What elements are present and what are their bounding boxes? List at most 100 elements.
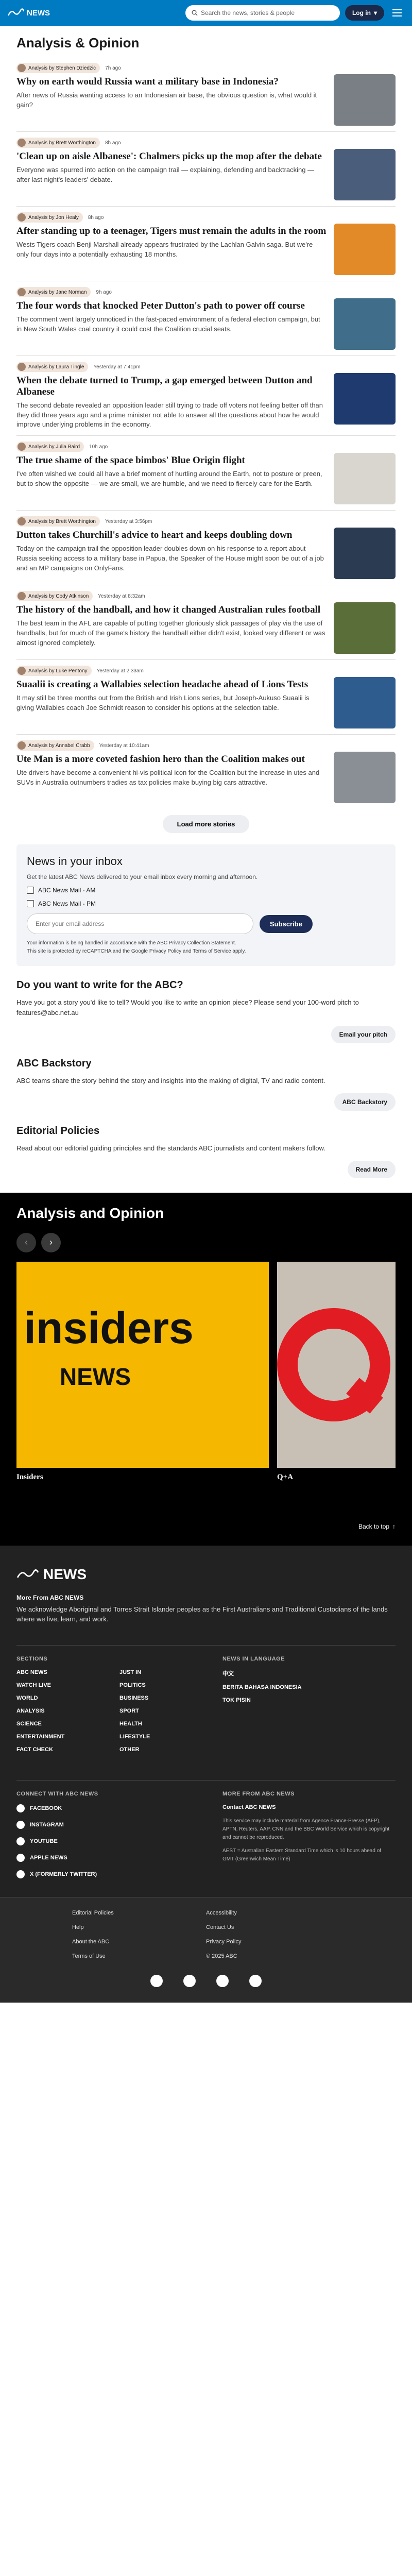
carousel-prev-button[interactable]: ‹ [16,1232,36,1252]
footer-section-link[interactable]: FACT CHECK [16,1747,104,1753]
footer-link[interactable]: Contact Us [206,1924,340,1930]
article-card[interactable]: Analysis by Jane Norman 9h ago The four wo… [16,281,396,355]
language-link[interactable]: TOK PISIN [222,1697,302,1703]
social-label: INSTAGRAM [30,1821,64,1828]
article-title[interactable]: Dutton takes Churchill's advice to heart… [16,530,327,541]
language-link[interactable]: 中文 [222,1669,302,1677]
carousel-card-qa[interactable]: Q+A [277,1261,396,1482]
footer-section-link[interactable]: ANALYSIS [16,1708,104,1714]
email-field[interactable] [27,913,253,935]
footer-section-link[interactable]: JUST IN [119,1669,207,1675]
footer-link[interactable]: Privacy Policy [206,1939,340,1945]
article-thumbnail[interactable] [334,149,396,200]
footer-section-link[interactable]: HEALTH [119,1721,207,1727]
article-title[interactable]: Suaalii is creating a Wallabies selectio… [16,679,327,690]
author-badge[interactable]: Analysis by Brett Worthington [16,516,100,527]
article-thumbnail[interactable] [334,298,396,350]
footer-section-link[interactable]: ABC NEWS [16,1669,104,1675]
article-title[interactable]: When the debate turned to Trump, a gap e… [16,375,327,398]
checkbox-am[interactable]: ABC News Mail - AM [27,887,385,894]
social-link[interactable]: INSTAGRAM [16,1820,207,1829]
footer-section-link[interactable]: SCIENCE [16,1721,104,1727]
social-link[interactable]: X (FORMERLY TWITTER) [16,1870,207,1878]
analysis-carousel: Analysis and Opinion ‹ › insiders NEWS I… [0,1192,412,1546]
article-title[interactable]: The true shame of the space bimbos' Blue… [16,455,327,466]
article-card[interactable]: Analysis by Brett Worthington 8h ago 'Clea… [16,131,396,206]
article-title[interactable]: The four words that knocked Peter Dutton… [16,300,327,312]
load-more-button[interactable]: Load more stories [162,815,250,834]
author-badge[interactable]: Analysis by Julia Baird [16,442,84,452]
hamburger-menu-icon[interactable] [389,5,405,21]
footer-logo[interactable]: NEWS [16,1566,396,1583]
article-card[interactable]: Analysis by Cody Atkinson Yesterday at 8:… [16,585,396,659]
editorial-desc: Read about our editorial guiding princip… [16,1144,325,1152]
author-badge[interactable]: Analysis by Jon Healy [16,212,83,223]
article-title[interactable]: After standing up to a teenager, Tigers … [16,226,327,237]
author-badge[interactable]: Analysis by Laura Tingle [16,362,89,372]
footer-section-link[interactable]: WATCH LIVE [16,1682,104,1688]
back-to-top-link[interactable]: Back to top ↑ [16,1523,396,1530]
checkbox-pm[interactable]: ABC News Mail - PM [27,900,385,908]
article-thumbnail[interactable] [334,74,396,126]
article-thumbnail[interactable] [334,528,396,580]
article-thumbnail[interactable] [334,752,396,804]
article-card[interactable]: Analysis by Luke Pentony Yesterday at 2:3… [16,659,396,734]
author-badge[interactable]: Analysis by Stephen Dziedzic [16,63,100,73]
language-link[interactable]: BERITA BAHASA INDONESIA [222,1684,302,1690]
article-desc: Everyone was spurred into action on the … [16,165,315,183]
author-badge[interactable]: Analysis by Annabel Crabb [16,740,94,751]
author-badge[interactable]: Analysis by Brett Worthington [16,138,100,148]
footer-link[interactable]: About the ABC [72,1939,206,1945]
article-thumbnail[interactable] [334,602,396,654]
footer-section-link[interactable]: POLITICS [119,1682,207,1688]
article-card[interactable]: Analysis by Stephen Dziedzic 7h ago Why on… [16,57,396,131]
author-badge[interactable]: Analysis by Luke Pentony [16,666,92,676]
carousel-next-button[interactable]: › [41,1232,61,1252]
carousel-card-insiders[interactable]: insiders NEWS Insiders [16,1261,269,1482]
author-badge[interactable]: Analysis by Jane Norman [16,287,91,297]
article-card[interactable]: Analysis by Laura Tingle Yesterday at 7:4… [16,355,396,435]
article-title[interactable]: Why on earth would Russia want a militar… [16,76,327,88]
author-name: Analysis by Luke Pentony [28,668,88,674]
instagram-icon[interactable] [216,1974,229,1987]
article-card[interactable]: Analysis by Julia Baird 10h ago The true s… [16,435,396,510]
contact-link[interactable]: Contact ABC NEWS [222,1804,392,1810]
read-more-button[interactable]: Read More [347,1160,396,1178]
footer-section-link[interactable]: LIFESTYLE [119,1734,207,1740]
footer-section-link[interactable]: ENTERTAINMENT [16,1734,104,1740]
social-link[interactable]: APPLE NEWS [16,1853,207,1862]
footer-link[interactable]: Terms of Use [72,1953,206,1959]
footer-section-link[interactable]: SPORT [119,1708,207,1714]
article-thumbnail[interactable] [334,224,396,275]
article-title[interactable]: The history of the handball, and how it … [16,604,327,616]
x-icon[interactable] [249,1974,262,1987]
backstory-button[interactable]: ABC Backstory [334,1093,396,1111]
author-badge[interactable]: Analysis by Cody Atkinson [16,591,93,602]
social-label: YOUTUBE [30,1838,58,1844]
login-button[interactable]: Log in ▾ [345,5,384,21]
footer-link[interactable]: Accessibility [206,1910,340,1916]
article-title[interactable]: 'Clean up on aisle Albanese': Chalmers p… [16,151,327,162]
footer-link[interactable]: © 2025 ABC [206,1953,340,1959]
article-card[interactable]: Analysis by Jon Healy 8h ago After standin… [16,206,396,281]
article-thumbnail[interactable] [334,373,396,425]
youtube-icon[interactable] [183,1974,196,1987]
footer-link[interactable]: Help [72,1924,206,1930]
article-card[interactable]: Analysis by Brett Worthington Yesterday a… [16,510,396,585]
article-thumbnail[interactable] [334,453,396,505]
search-input[interactable]: Search the news, stories & people [185,5,340,21]
abc-news-logo[interactable]: NEWS [7,8,50,18]
email-pitch-button[interactable]: Email your pitch [331,1025,396,1043]
social-link[interactable]: YOUTUBE [16,1837,207,1845]
article-title[interactable]: Ute Man is a more coveted fashion hero t… [16,754,327,765]
article-card[interactable]: Analysis by Annabel Crabb Yesterday at 10… [16,734,396,809]
footer-section-link[interactable]: BUSINESS [119,1695,207,1701]
subscribe-button[interactable]: Subscribe [260,914,313,933]
footer-link[interactable]: Editorial Policies [72,1910,206,1916]
footer-section-link[interactable]: WORLD [16,1695,104,1701]
facebook-icon[interactable] [150,1974,163,1987]
social-link[interactable]: FACEBOOK [16,1804,207,1812]
footer-section-link[interactable]: OTHER [119,1747,207,1753]
article-thumbnail[interactable] [334,677,396,729]
backstory-title: ABC Backstory [16,1057,92,1069]
